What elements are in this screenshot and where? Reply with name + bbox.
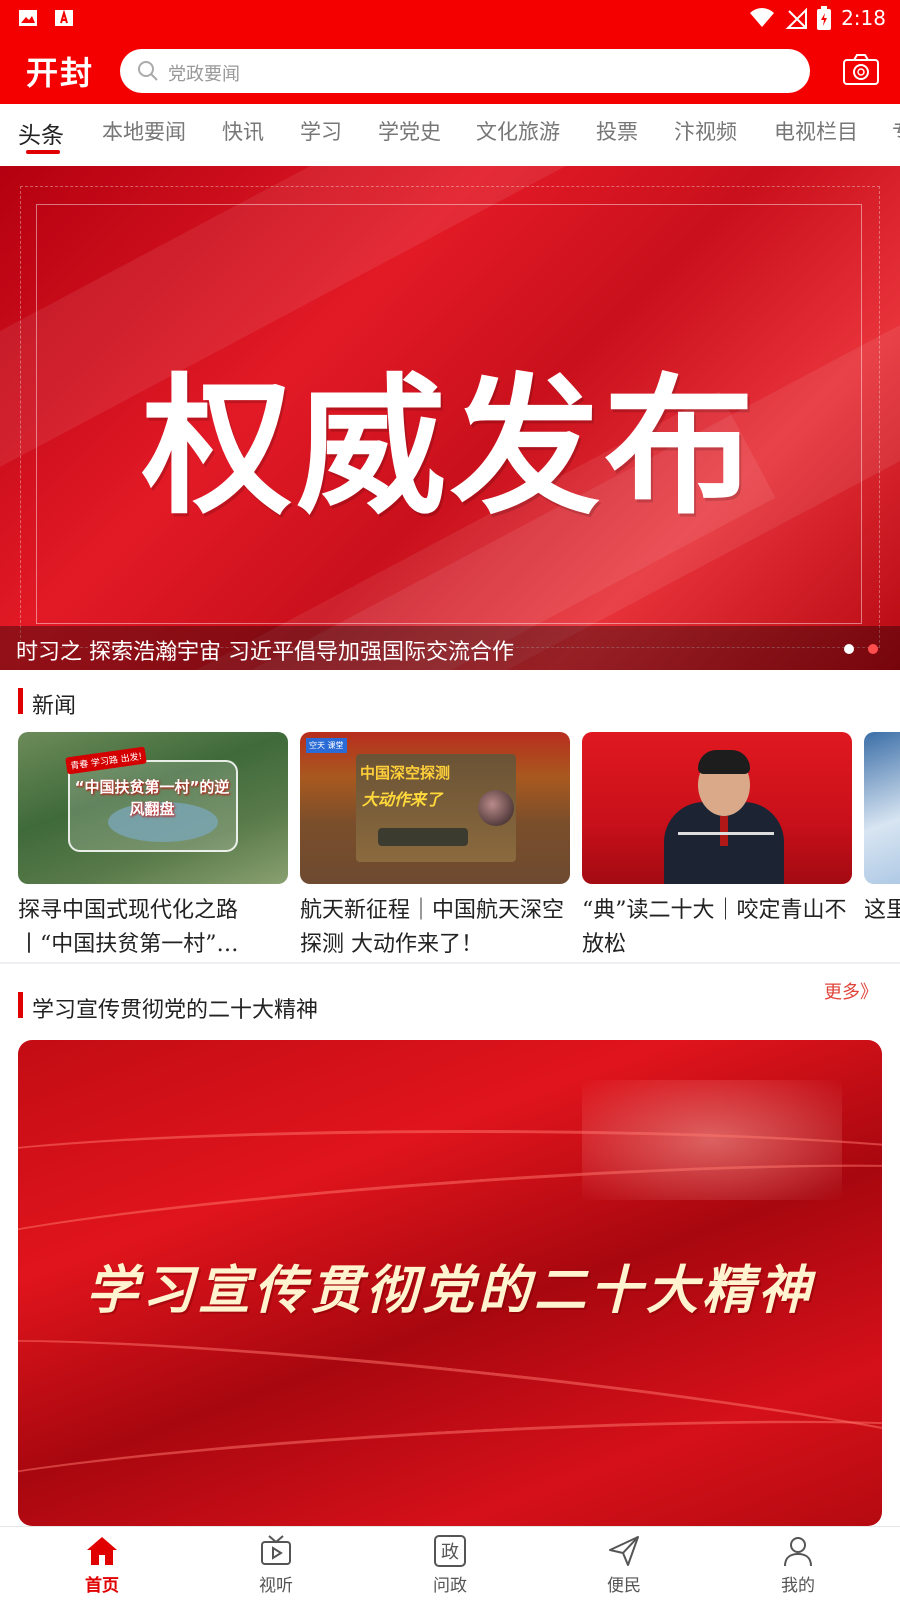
news-card[interactable]: “典”读二十大｜咬定青山不放松	[582, 732, 852, 962]
nav-media[interactable]: 视听	[216, 1533, 336, 1596]
news-card-title: 探寻中国式现代化之路丨“中国扶贫第一村”…	[18, 898, 239, 957]
tab-local-news[interactable]: 本地要闻	[102, 116, 186, 146]
nav-services[interactable]: 便民	[564, 1533, 684, 1596]
tab-headline[interactable]: 头条	[18, 116, 64, 150]
banner-caption-bar: 时习之 探索浩瀚宇宙 习近平倡导加强国际交流合作	[0, 626, 900, 670]
carousel-dot[interactable]	[844, 644, 854, 654]
wifi-icon	[750, 8, 775, 27]
bottom-nav: 首页 视听 政 问政 便民 我的	[0, 1526, 900, 1600]
microphones	[678, 832, 774, 862]
tab-more-cutoff[interactable]: 专	[892, 116, 900, 146]
tab-vote[interactable]: 投票	[596, 116, 638, 146]
news-card[interactable]: 这里 入口	[864, 732, 900, 962]
search-icon	[138, 61, 158, 81]
tab-tv-columns[interactable]: 电视栏目	[774, 116, 858, 146]
nav-label: 视听	[259, 1576, 293, 1596]
news-section-title: 新闻	[32, 694, 77, 719]
news-carousel: 青春 学习路 出发! “中国扶贫第一村”的逆风翻盘 探寻中国式现代化之路丨“中国…	[0, 732, 900, 962]
status-time: 2:18	[841, 6, 886, 30]
search-input[interactable]: 党政要闻	[120, 49, 810, 93]
banner-caption: 时习之 探索浩瀚宇宙 习近平倡导加强国际交流合作	[16, 640, 514, 665]
news-card-title: 航天新征程｜中国航天深空探测 大动作来了！	[300, 898, 565, 957]
news-thumbnail: 青春 学习路 出发! “中国扶贫第一村”的逆风翻盘	[18, 732, 288, 884]
nav-home[interactable]: 首页	[42, 1533, 162, 1596]
no-signal-icon	[785, 7, 808, 29]
nav-label: 我的	[781, 1576, 815, 1596]
section-marker	[18, 992, 23, 1018]
search-placeholder: 党政要闻	[168, 64, 240, 85]
news-card-title: 这里 入口	[864, 898, 900, 923]
news-card-title: “典”读二十大｜咬定青山不放松	[582, 898, 847, 957]
news-card[interactable]: 青春 学习路 出发! “中国扶贫第一村”的逆风翻盘 探寻中国式现代化之路丨“中国…	[18, 732, 288, 962]
section-divider	[0, 962, 900, 964]
tab-bian-video[interactable]: 汴视频	[674, 116, 737, 146]
more-link[interactable]: 更多》	[824, 978, 878, 1004]
news-card[interactable]: 空天 课堂 中国深空探测 大动作来了 航天新征程｜中国航天深空探测 大动作来了！	[300, 732, 570, 962]
svg-text:政: 政	[441, 1542, 459, 1563]
carousel-dot-active[interactable]	[868, 644, 878, 654]
status-bar: 2:18	[0, 0, 900, 36]
gallery-notification-icon	[19, 10, 37, 26]
planet-shape	[478, 790, 514, 826]
banner-title: 权威发布	[141, 361, 758, 535]
nav-label: 首页	[85, 1576, 119, 1596]
nav-label: 问政	[433, 1576, 467, 1596]
category-tabs: 头条 本地要闻 快讯 学习 学党史 文化旅游 投票 汴视频 电视栏目 专	[0, 104, 900, 166]
feature-banner[interactable]: 学习宣传贯彻党的二十大精神	[18, 1040, 882, 1526]
thumbnail-badge: 空天 课堂	[306, 738, 347, 753]
thumbnail-text: “中国扶贫第一村”的逆风翻盘	[74, 778, 230, 818]
battery-icon	[817, 6, 832, 30]
person-hair	[698, 750, 750, 774]
news-thumbnail	[582, 732, 852, 884]
active-tab-indicator	[26, 150, 60, 154]
user-icon	[784, 1537, 812, 1567]
app-header: 开封 党政要闻	[0, 36, 900, 104]
thumbnail-text: 中国深空探测	[360, 764, 451, 782]
news-thumbnail: 空天 课堂 中国深空探测 大动作来了	[300, 732, 570, 884]
zheng-icon: 政	[434, 1535, 466, 1567]
tab-flash[interactable]: 快讯	[222, 116, 264, 146]
home-icon	[87, 1537, 117, 1565]
app-notification-icon	[55, 9, 73, 26]
camera-icon[interactable]	[842, 52, 880, 88]
thumbnail-text: 大动作来了	[362, 790, 443, 809]
status-right: 2:18	[749, 6, 886, 30]
nav-inquiry[interactable]: 政 问政	[390, 1533, 510, 1596]
tab-study[interactable]: 学习	[300, 116, 342, 146]
nav-profile[interactable]: 我的	[738, 1533, 858, 1596]
status-left	[18, 8, 74, 28]
app-logo[interactable]: 开封	[26, 48, 94, 94]
tab-party-history[interactable]: 学党史	[378, 116, 441, 146]
nav-label: 便民	[607, 1576, 641, 1596]
news-thumbnail	[864, 732, 900, 884]
send-icon	[609, 1536, 639, 1566]
section-marker	[18, 688, 23, 714]
hero-banner[interactable]: 权威发布 时习之 探索浩瀚宇宙 习近平倡导加强国际交流合作	[0, 166, 900, 670]
study-section-title: 学习宣传贯彻党的二十大精神	[32, 998, 319, 1023]
rover-shape	[378, 828, 468, 846]
feature-title: 学习宣传贯彻党的二十大精神	[85, 1261, 814, 1321]
tv-icon	[261, 1535, 291, 1565]
tab-culture-travel[interactable]: 文化旅游	[476, 116, 560, 146]
